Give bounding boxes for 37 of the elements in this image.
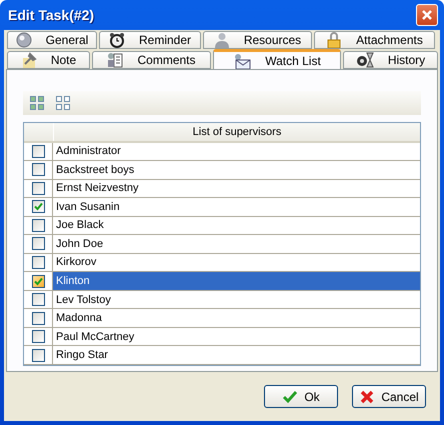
tab[interactable]: History bbox=[343, 51, 438, 69]
cancel-button[interactable]: Cancel bbox=[352, 385, 426, 408]
sphere-icon bbox=[16, 32, 32, 48]
checkbox[interactable] bbox=[32, 163, 44, 176]
checkbox[interactable] bbox=[32, 182, 44, 195]
tab[interactable]: Reminder bbox=[99, 31, 201, 49]
clock-hourglass-icon bbox=[356, 52, 374, 68]
tab[interactable]: General bbox=[7, 31, 97, 49]
close-icon bbox=[421, 9, 433, 21]
checkbox[interactable] bbox=[32, 330, 44, 344]
checkbox[interactable] bbox=[32, 348, 44, 362]
pushpin-icon bbox=[20, 52, 37, 68]
checkbox[interactable] bbox=[32, 293, 44, 306]
ok-button[interactable]: Ok bbox=[264, 385, 338, 408]
checkbox[interactable] bbox=[32, 256, 44, 269]
envelope-icon bbox=[233, 52, 252, 68]
alarm-clock-icon bbox=[108, 32, 125, 48]
uncheck-all-button[interactable] bbox=[53, 93, 73, 113]
tab[interactable]: Attachments bbox=[314, 31, 435, 49]
checkbox[interactable] bbox=[32, 200, 44, 214]
tab[interactable]: Watch List bbox=[213, 49, 341, 69]
window-title: Edit Task(#2) bbox=[8, 7, 94, 23]
checkbox[interactable] bbox=[32, 274, 44, 288]
checkbox[interactable] bbox=[32, 312, 44, 325]
person-icon bbox=[214, 32, 230, 48]
padlock-icon bbox=[326, 32, 342, 48]
close-button[interactable] bbox=[416, 4, 438, 26]
close-icon bbox=[359, 388, 376, 404]
tab[interactable]: Resources bbox=[203, 31, 312, 49]
tab[interactable]: Comments bbox=[92, 51, 211, 69]
tab[interactable]: Note bbox=[7, 51, 90, 69]
check-all-button[interactable] bbox=[27, 93, 47, 113]
checkbox[interactable] bbox=[32, 237, 44, 250]
checkbox[interactable] bbox=[32, 218, 44, 232]
checkmark-icon bbox=[282, 390, 298, 404]
checkbox[interactable] bbox=[32, 144, 44, 158]
name-cell[interactable]: Klinton bbox=[53, 272, 420, 290]
